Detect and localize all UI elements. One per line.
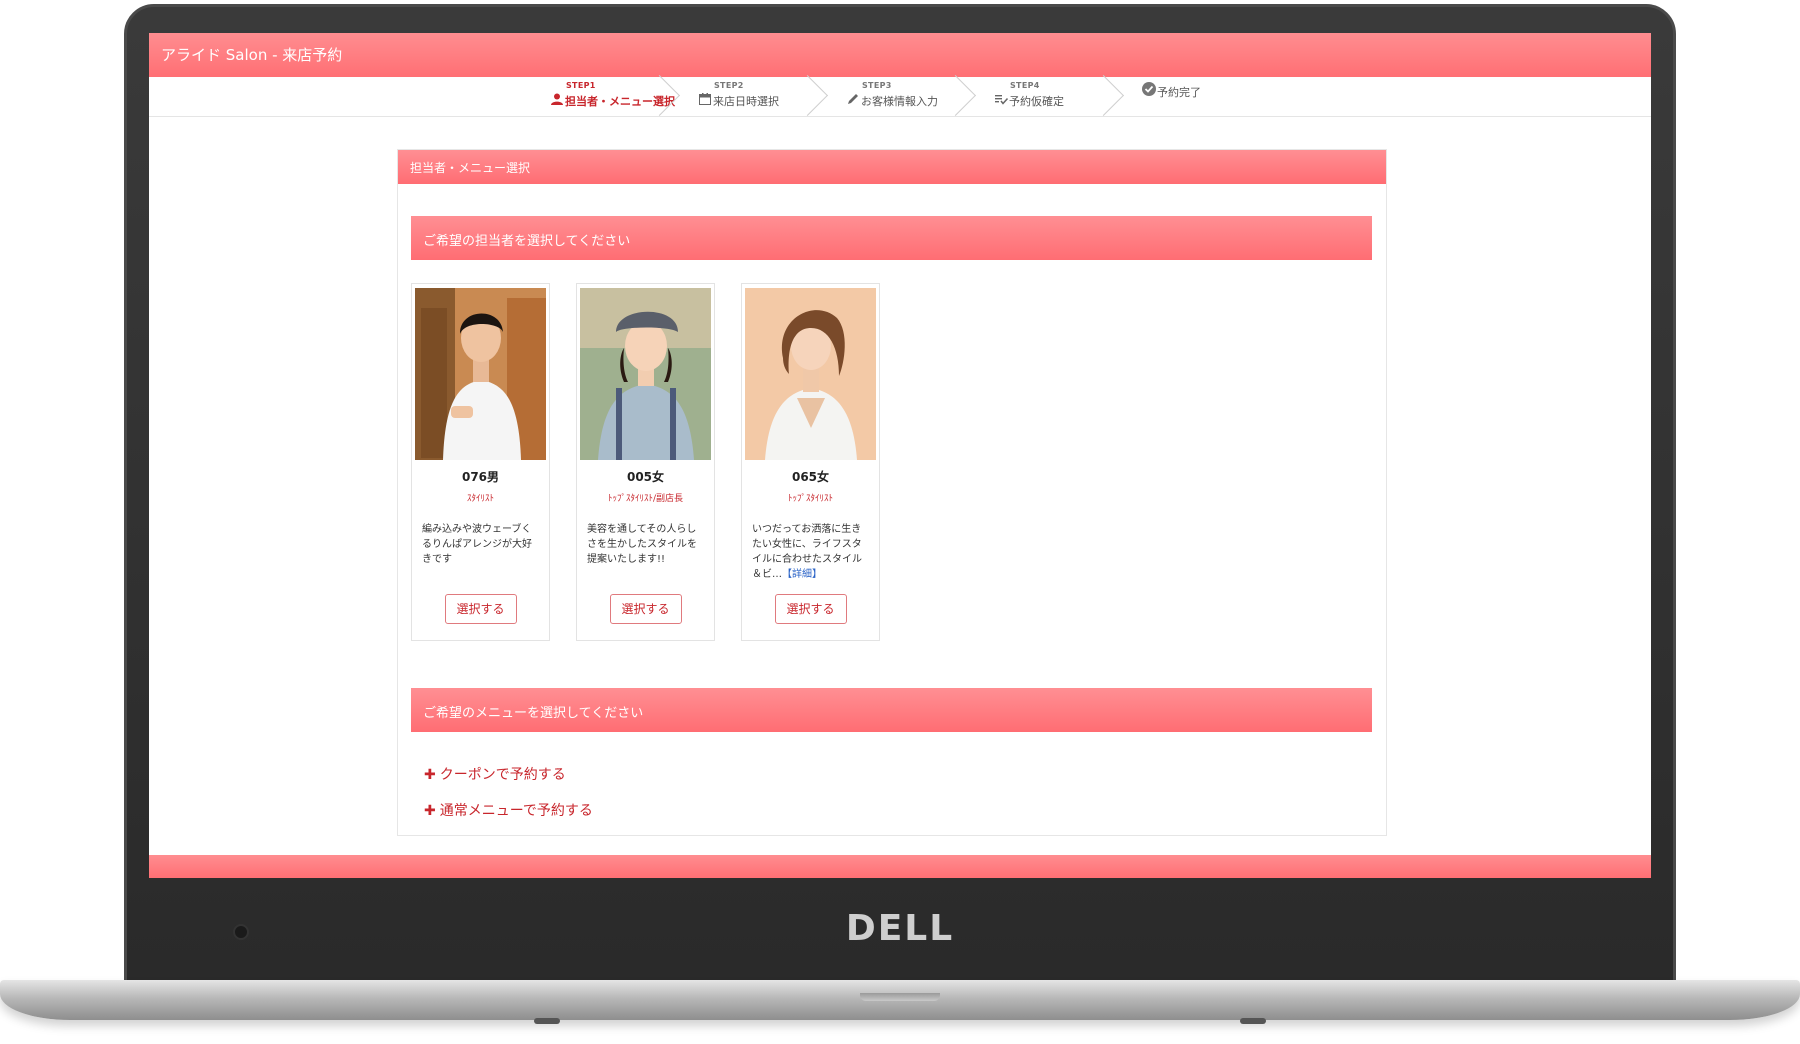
step-label: 予約完了 [1157, 86, 1201, 99]
staff-role: ﾄｯﾌﾟｽﾀｲﾘｽﾄ [787, 494, 833, 504]
laptop-notch [860, 993, 940, 1001]
staff-card[interactable]: 076男 ｽﾀｲﾘｽﾄ 編み込みや波ウェーブくるりんぱアレンジが大好きです 選択… [411, 283, 550, 641]
staff-card[interactable]: 005女 ﾄｯﾌﾟｽﾀｲﾘｽﾄ/副店長 美容を通してその人らしさを生かしたスタイ… [576, 283, 715, 641]
step-3: STEP3 お客様情報入力 [826, 77, 974, 117]
step-label: 担当者・メニュー選択 [565, 95, 675, 108]
staff-description-text: 美容を通してその人らしさを生かしたスタイルを提案いたします!! [587, 524, 697, 565]
staff-card[interactable]: 065女 ﾄｯﾌﾟｽﾀｲﾘｽﾄ いつだってお洒落に生きたい女性に、ライフスタイル… [741, 283, 880, 641]
staff-photo [580, 288, 711, 460]
step-number: STEP2 [714, 81, 744, 90]
staff-photo [415, 288, 546, 460]
menu-section-header: ご希望のメニューを選択してください [411, 688, 1372, 732]
staff-name: 005女 [626, 470, 665, 484]
select-staff-button[interactable]: 選択する [609, 594, 682, 624]
step-1: STEP1 担当者・メニュー選択 [530, 77, 678, 117]
screen: アライド Salon - 来店予約 STEP1 担当者・メニュー選択 STEP2… [149, 33, 1651, 878]
plus-icon: ✚ [424, 767, 436, 783]
calendar-icon [698, 93, 712, 109]
staff-role: ｽﾀｲﾘｽﾄ [466, 494, 494, 504]
app-footer [149, 855, 1651, 878]
coupon-reserve-label: クーポンで予約する [439, 767, 566, 783]
staff-description: 編み込みや波ウェーブくるりんぱアレンジが大好きです [422, 522, 539, 582]
step-number: STEP3 [862, 81, 892, 90]
webcam [233, 924, 249, 940]
app-title: アライド Salon - 来店予約 [161, 46, 343, 64]
person-icon [550, 93, 564, 109]
staff-photo [745, 288, 876, 460]
detail-link[interactable]: 【詳細】 [782, 569, 822, 580]
step-number: STEP4 [1010, 81, 1040, 90]
laptop-foot [534, 1018, 560, 1024]
step-label: お客様情報入力 [861, 95, 938, 108]
panel-title: 担当者・メニュー選択 [398, 150, 1386, 184]
list-check-icon [994, 93, 1008, 109]
select-staff-button[interactable]: 選択する [444, 594, 517, 624]
plus-icon: ✚ [424, 803, 436, 819]
pencil-icon [846, 93, 860, 109]
staff-name: 076男 [461, 470, 500, 484]
regular-menu-reserve-link[interactable]: ✚ 通常メニューで予約する [424, 800, 593, 820]
check-circle-icon [1142, 82, 1156, 100]
regular-menu-reserve-label: 通常メニューで予約する [439, 803, 593, 819]
laptop-foot [1240, 1018, 1266, 1024]
staff-description-text: 編み込みや波ウェーブくるりんぱアレンジが大好きです [422, 524, 532, 565]
step-label: 予約仮確定 [1009, 95, 1064, 108]
step-progress: STEP1 担当者・メニュー選択 STEP2 来店日時選択 STEP3 お客様情… [149, 77, 1651, 117]
step-5: 予約完了 [1122, 77, 1270, 117]
step-4: STEP4 予約仮確定 [974, 77, 1122, 117]
step-2: STEP2 来店日時選択 [678, 77, 826, 117]
brand-logo: DELL [845, 908, 955, 949]
step-number: STEP1 [566, 81, 596, 90]
laptop-frame: DELL アライド Salon - 来店予約 STEP1 担当者・メニュー選択 … [0, 0, 1800, 1044]
staff-description: いつだってお洒落に生きたい女性に、ライフスタイルに合わせたスタイル＆ビ…【詳細】 [752, 522, 869, 582]
staff-section-header: ご希望の担当者を選択してください [411, 216, 1372, 260]
app-header: アライド Salon - 来店予約 [149, 33, 1651, 77]
select-staff-button[interactable]: 選択する [774, 594, 847, 624]
step-label: 来店日時選択 [713, 95, 779, 108]
selection-panel: 担当者・メニュー選択 ご希望の担当者を選択してください 076男 ｽﾀｲﾘｽﾄ … [397, 149, 1387, 836]
staff-description: 美容を通してその人らしさを生かしたスタイルを提案いたします!! [587, 522, 704, 582]
staff-role: ﾄｯﾌﾟｽﾀｲﾘｽﾄ/副店長 [607, 494, 684, 504]
coupon-reserve-link[interactable]: ✚ クーポンで予約する [424, 764, 566, 784]
staff-name: 065女 [791, 470, 830, 484]
